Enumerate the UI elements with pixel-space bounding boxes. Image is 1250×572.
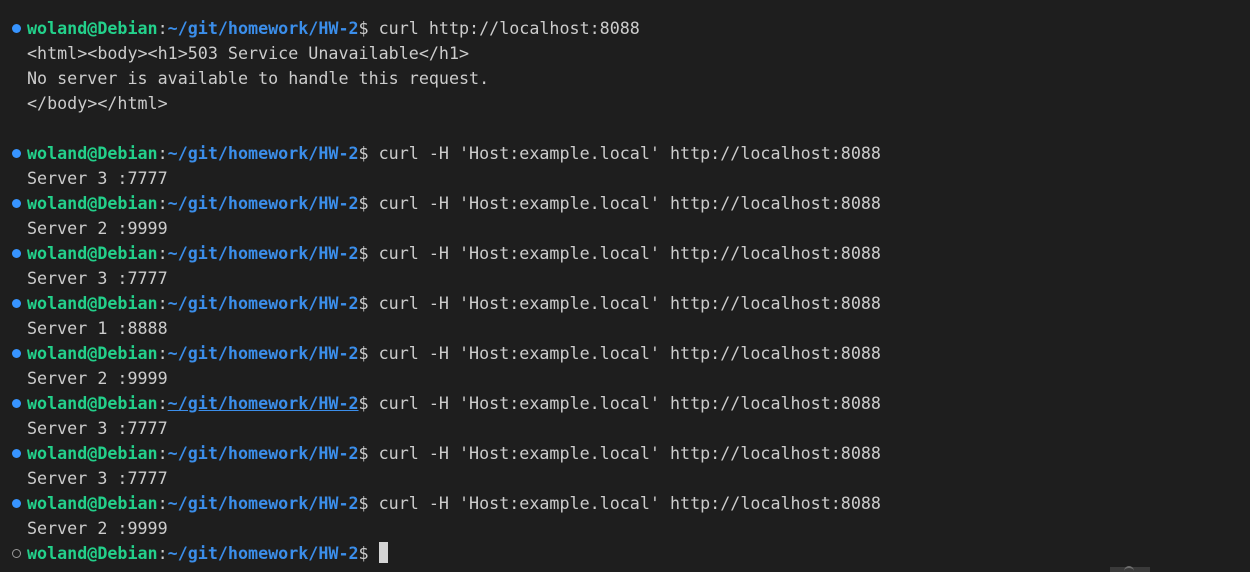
output-line: Server 2 :9999 [0,366,1250,391]
prompt-symbol: $ [358,393,379,413]
command-success-decoration-icon[interactable] [12,399,21,408]
prompt-separator: : [157,493,168,513]
output-text: Server 3 :7777 [27,468,168,488]
command-success-decoration-icon[interactable] [12,499,21,508]
output-text: </body></html> [27,93,168,113]
output-line: </body></html> [0,91,1250,116]
output-text: Server 1 :8888 [27,318,168,338]
command-text: curl http://localhost:8088 [378,18,640,38]
output-text: <html><body><h1>503 Service Unavailable<… [27,43,470,63]
terminal-panel[interactable]: woland@Debian:~/git/homework/HW-2$ curl … [0,0,1250,572]
prompt-user: woland@Debian [27,493,158,513]
prompt-path: ~/git/homework/HW-2 [167,543,359,563]
output-line: Server 3 :7777 [0,466,1250,491]
output-line: Server 3 :7777 [0,166,1250,191]
prompt-path: ~/git/homework/HW-2 [167,143,359,163]
prompt-symbol: $ [358,343,379,363]
command-text: curl -H 'Host:example.local' http://loca… [378,393,881,413]
prompt-symbol: $ [358,18,379,38]
prompt-user: woland@Debian [27,543,158,563]
output-text: Server 2 :9999 [27,518,168,538]
output-text: No server is available to handle this re… [27,68,490,88]
prompt-user: woland@Debian [27,393,158,413]
prompt-separator: : [157,543,168,563]
output-line: Server 1 :8888 [0,316,1250,341]
output-line: Server 3 :7777 [0,416,1250,441]
prompt-user: woland@Debian [27,243,158,263]
prompt-line: woland@Debian:~/git/homework/HW-2$ curl … [0,241,1250,266]
output-line: <html><body><h1>503 Service Unavailable<… [0,41,1250,66]
prompt-user: woland@Debian [27,293,158,313]
prompt-symbol: $ [358,293,379,313]
prompt-symbol: $ [358,193,379,213]
prompt-symbol: $ [358,243,379,263]
command-text: curl -H 'Host:example.local' http://loca… [378,443,881,463]
command-text: curl -H 'Host:example.local' http://loca… [378,143,881,163]
prompt-path: ~/git/homework/HW-2 [167,243,359,263]
prompt-line: woland@Debian:~/git/homework/HW-2$ [0,541,1250,566]
prompt-separator: : [157,193,168,213]
command-success-decoration-icon[interactable] [12,449,21,458]
prompt-path: ~/git/homework/HW-2 [167,18,359,38]
command-success-decoration-icon[interactable] [12,299,21,308]
prompt-user: woland@Debian [27,193,158,213]
output-line: Server 2 :9999 [0,516,1250,541]
prompt-user: woland@Debian [27,143,158,163]
output-line: No server is available to handle this re… [0,66,1250,91]
output-line: Server 2 :9999 [0,216,1250,241]
command-success-decoration-icon[interactable] [12,149,21,158]
prompt-line: woland@Debian:~/git/homework/HW-2$ curl … [0,391,1250,416]
prompt-line: woland@Debian:~/git/homework/HW-2$ curl … [0,291,1250,316]
output-text: Server 3 :7777 [27,168,168,188]
prompt-separator: : [157,293,168,313]
command-text: curl -H 'Host:example.local' http://loca… [378,193,881,213]
prompt-symbol: $ [358,493,379,513]
prompt-separator: : [157,18,168,38]
command-text: curl -H 'Host:example.local' http://loca… [378,343,881,363]
prompt-path-link[interactable]: ~/git/homework/HW-2 [168,393,359,413]
prompt-separator: : [157,243,168,263]
output-line: Server 3 :7777 [0,266,1250,291]
prompt-line: woland@Debian:~/git/homework/HW-2$ curl … [0,441,1250,466]
prompt-path: ~/git/homework/HW-2 [167,493,359,513]
prompt-path: ~/git/homework/HW-2 [167,343,359,363]
terminal-cursor[interactable] [378,542,388,563]
prompt-user: woland@Debian [27,18,158,38]
prompt-symbol: $ [358,143,379,163]
command-success-decoration-icon[interactable] [12,249,21,258]
prompt-path: ~/git/homework/HW-2 [167,443,359,463]
prompt-line: woland@Debian:~/git/homework/HW-2$ curl … [0,141,1250,166]
prompt-path: ~/git/homework/HW-2 [167,293,359,313]
output-text: Server 3 :7777 [27,418,168,438]
prompt-separator: : [157,343,168,363]
prompt-user: woland@Debian [27,343,158,363]
command-success-decoration-icon[interactable] [12,349,21,358]
prompt-line: woland@Debian:~/git/homework/HW-2$ curl … [0,341,1250,366]
prompt-separator: : [157,143,168,163]
prompt-path: ~/git/homework/HW-2 [167,193,359,213]
prompt-symbol: $ [358,543,379,563]
command-pending-decoration-icon[interactable] [12,549,21,558]
command-success-decoration-icon[interactable] [12,24,21,33]
prompt-symbol: $ [358,443,379,463]
prompt-line: woland@Debian:~/git/homework/HW-2$ curl … [0,191,1250,216]
output-text: Server 2 :9999 [27,218,168,238]
prompt-line: woland@Debian:~/git/homework/HW-2$ curl … [0,491,1250,516]
command-success-decoration-icon[interactable] [12,199,21,208]
command-text: curl -H 'Host:example.local' http://loca… [378,293,881,313]
command-text: curl -H 'Host:example.local' http://loca… [378,243,881,263]
output-text: Server 2 :9999 [27,368,168,388]
command-text: curl -H 'Host:example.local' http://loca… [378,493,881,513]
output-text: Server 3 :7777 [27,268,168,288]
prompt-separator: : [157,443,168,463]
prompt-separator: : [157,393,168,413]
terminal-scroll-handle-icon[interactable] [1124,566,1134,572]
prompt-line: woland@Debian:~/git/homework/HW-2$ curl … [0,16,1250,41]
prompt-user: woland@Debian [27,443,158,463]
